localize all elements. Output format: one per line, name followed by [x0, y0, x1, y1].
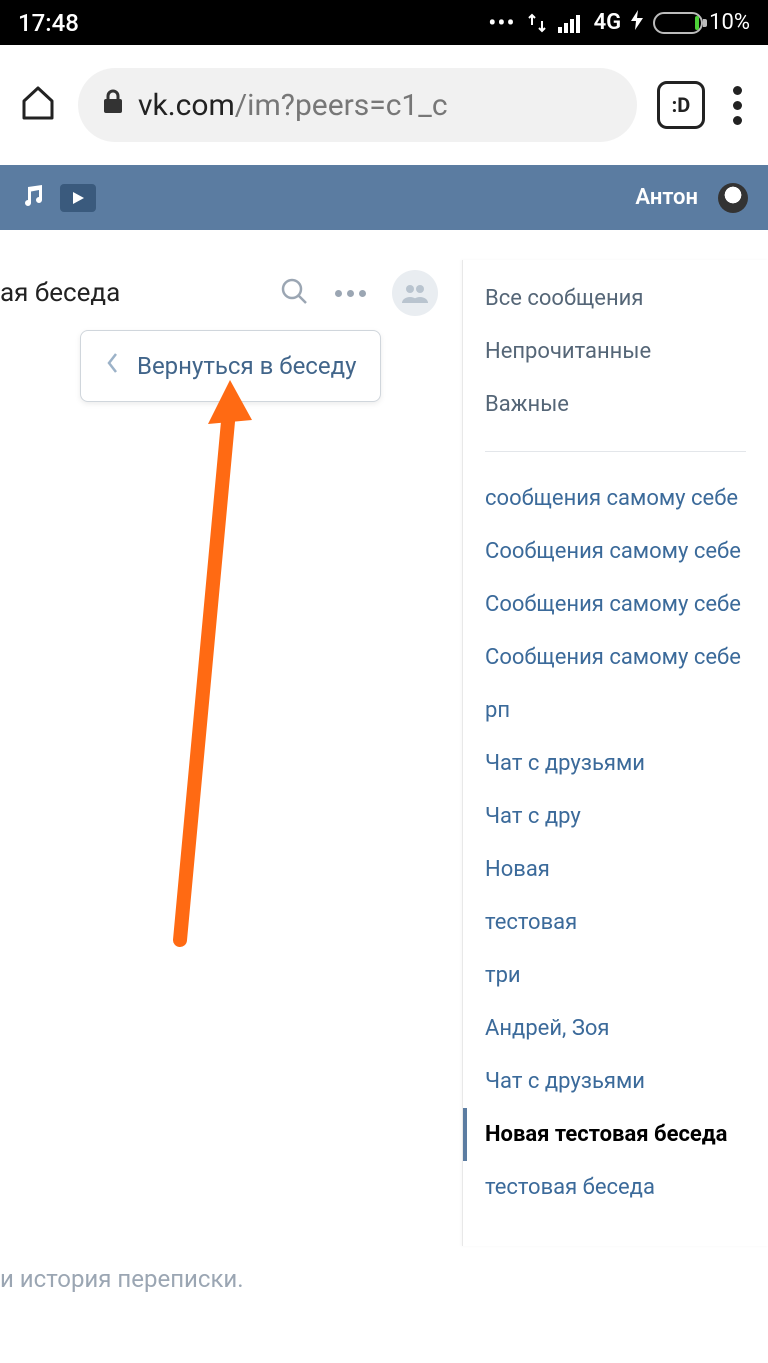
url-path: /im?peers=c1_c [235, 88, 448, 123]
list-item[interactable]: Чат с друзьями [463, 1055, 768, 1108]
url-domain: vk.com [138, 88, 235, 123]
list-item[interactable]: рп [463, 684, 768, 737]
chevron-left-icon [105, 351, 119, 381]
home-icon[interactable] [18, 83, 58, 127]
network-type: 4G [594, 10, 622, 35]
more-icon[interactable] [335, 290, 366, 297]
status-time: 17:48 [18, 9, 488, 37]
list-item[interactable]: Чат с дру [463, 790, 768, 843]
vk-header: Антон [0, 165, 768, 230]
status-indicators: ••• 4G 10% [488, 9, 750, 37]
data-arrows-icon [526, 13, 548, 33]
list-item[interactable]: Сообщения самому себе [463, 525, 768, 578]
avatar[interactable] [718, 183, 748, 213]
chats-sidebar: Все сообщения Непрочитанные Важные сообщ… [462, 260, 768, 1246]
charging-icon [631, 10, 643, 35]
list-item[interactable]: Сообщения самому себе [463, 631, 768, 684]
battery-indicator: 10% [653, 10, 750, 35]
music-icon[interactable] [20, 183, 46, 213]
history-cleared-text: и история переписки. [0, 1265, 244, 1293]
filter-unread[interactable]: Непрочитанные [463, 325, 768, 378]
status-bar: 17:48 ••• 4G 10% [0, 0, 768, 45]
tabs-button[interactable]: :D [657, 81, 705, 129]
url-text: vk.com/im?peers=c1_c [138, 88, 448, 123]
search-icon[interactable] [279, 276, 309, 310]
list-item[interactable]: Чат с друзьями [463, 737, 768, 790]
battery-icon [653, 12, 703, 34]
chat-actions [279, 270, 460, 316]
chat-title: ая беседа [0, 278, 279, 308]
annotation-arrow-icon [170, 380, 290, 950]
tooltip-label: Вернуться в беседу [137, 352, 356, 380]
signal-icon [558, 13, 584, 33]
browser-toolbar: vk.com/im?peers=c1_c :D [0, 45, 768, 165]
members-button[interactable] [392, 270, 438, 316]
user-name[interactable]: Антон [635, 185, 698, 210]
kebab-menu-icon[interactable] [725, 86, 750, 125]
chat-pane: ая беседа Вернуться в беседу [0, 260, 460, 342]
list-item[interactable]: три [463, 949, 768, 1002]
filter-all[interactable]: Все сообщения [463, 272, 768, 325]
battery-percent: 10% [709, 10, 750, 35]
return-to-chat-tooltip[interactable]: Вернуться в беседу [80, 330, 381, 402]
list-item[interactable]: Андрей, Зоя [463, 1002, 768, 1055]
play-button[interactable] [60, 184, 96, 212]
sidebar-divider [485, 451, 746, 452]
sidebar-chats: сообщения самому себе Сообщения самому с… [463, 460, 768, 1226]
sidebar-filters: Все сообщения Непрочитанные Важные [463, 260, 768, 443]
list-item[interactable]: Новая [463, 843, 768, 896]
list-item[interactable]: Сообщения самому себе [463, 578, 768, 631]
list-item[interactable]: сообщения самому себе [463, 472, 768, 525]
filter-important[interactable]: Важные [463, 378, 768, 431]
list-item-active[interactable]: Новая тестовая беседа [463, 1108, 768, 1161]
list-item[interactable]: тестовая [463, 896, 768, 949]
url-bar[interactable]: vk.com/im?peers=c1_c [78, 68, 637, 142]
list-item[interactable]: тестовая беседа [463, 1161, 768, 1214]
lock-icon [102, 88, 124, 123]
content-area: ая беседа Вернуться в беседу и история [0, 230, 768, 1363]
status-more-dots-icon: ••• [488, 9, 515, 37]
